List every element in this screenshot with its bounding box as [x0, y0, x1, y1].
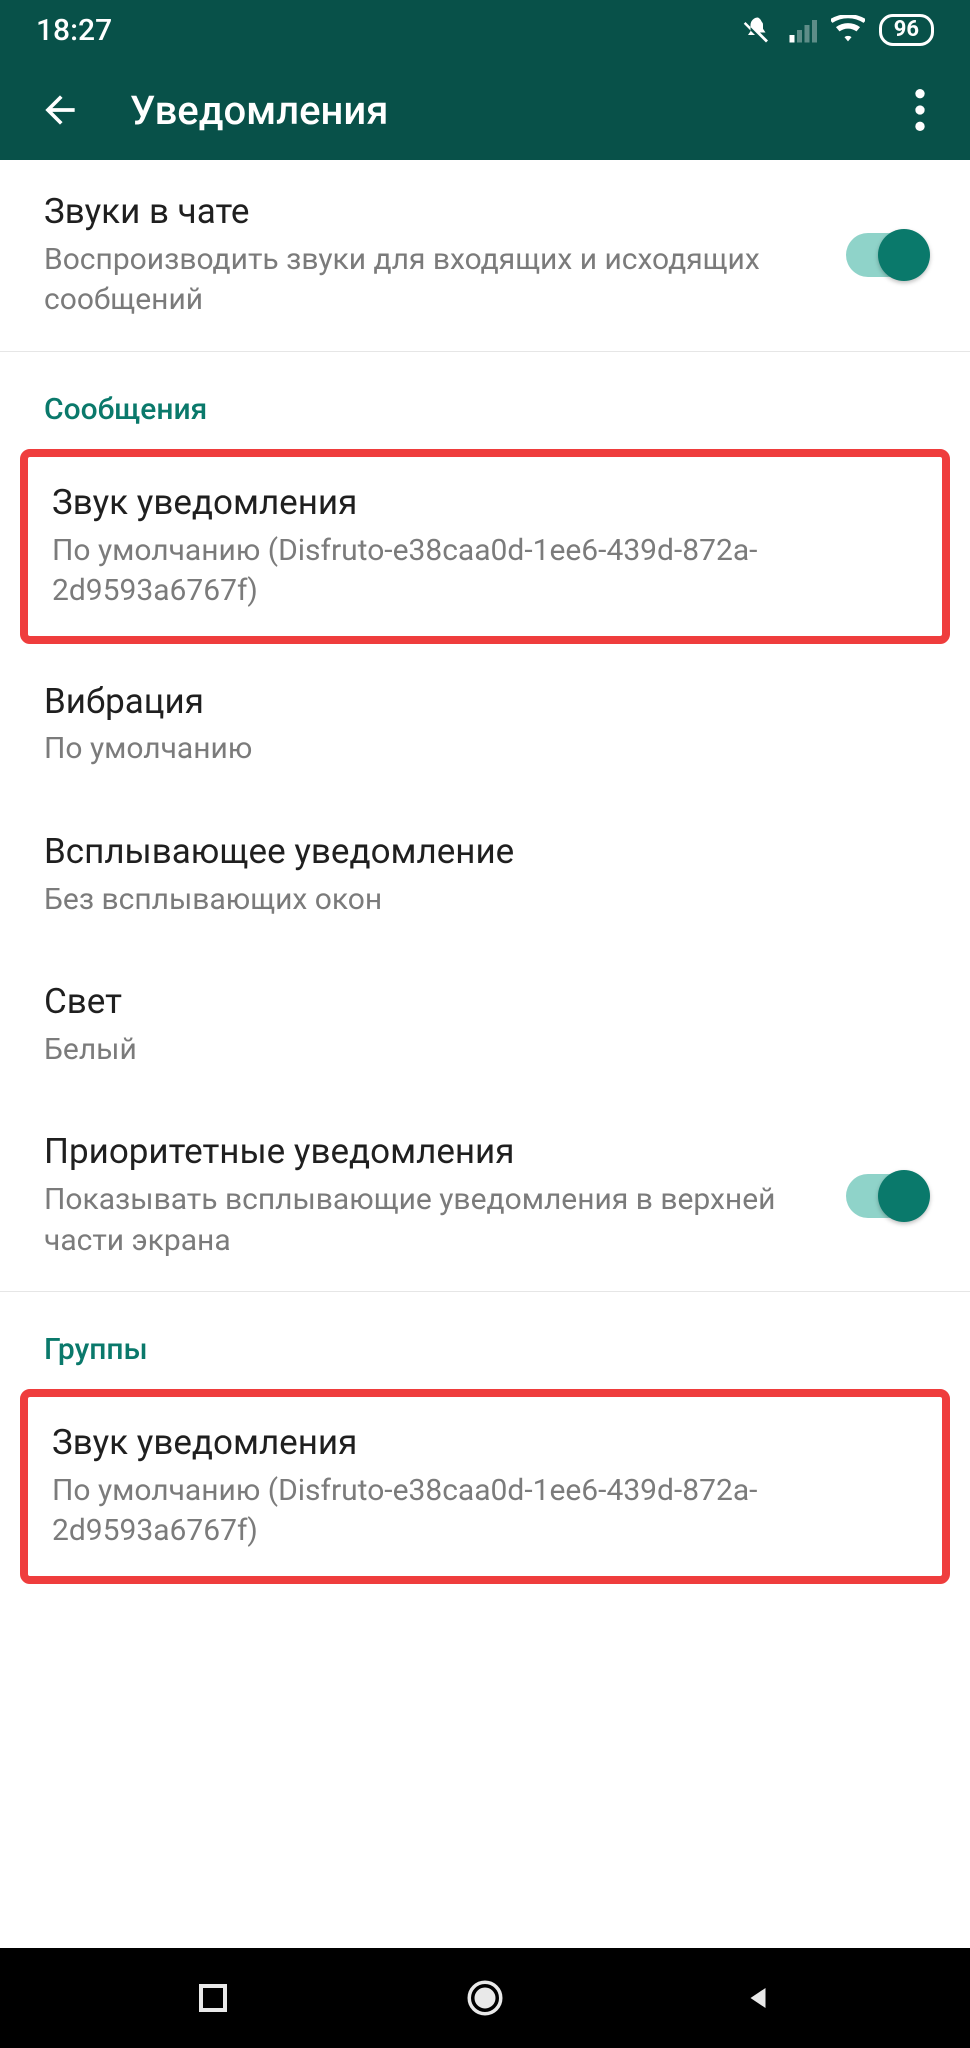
messages-light-title: Свет	[44, 980, 926, 1024]
groups-notification-sound-row[interactable]: Звук уведомления По умолчанию (Disfruto-…	[20, 1389, 950, 1584]
messages-vibration-subtitle: По умолчанию	[44, 729, 926, 770]
messages-popup-title: Всплывающее уведомление	[44, 830, 926, 874]
messages-notification-sound-subtitle: По умолчанию (Disfruto-e38caa0d-1ee6-439…	[52, 531, 918, 612]
battery-indicator: 96	[879, 14, 934, 46]
section-header-messages: Сообщения	[0, 352, 970, 443]
messages-priority-row[interactable]: Приоритетные уведомления Показывать вспл…	[0, 1100, 970, 1291]
settings-content: Звуки в чате Воспроизводить звуки для вх…	[0, 160, 970, 1948]
messages-popup-row[interactable]: Всплывающее уведомление Без всплывающих …	[0, 800, 970, 950]
signal-icon	[787, 15, 817, 45]
messages-popup-subtitle: Без всплывающих окон	[44, 880, 926, 921]
wifi-icon	[831, 15, 865, 45]
messages-notification-sound-title: Звук уведомления	[52, 481, 918, 525]
android-navbar	[0, 1948, 970, 2048]
battery-level: 96	[894, 19, 919, 41]
status-time: 18:27	[36, 13, 112, 48]
mute-icon	[743, 15, 773, 45]
overflow-menu-button[interactable]	[890, 80, 950, 140]
status-bar: 18:27 96	[0, 0, 970, 60]
messages-vibration-row[interactable]: Вибрация По умолчанию	[0, 650, 970, 800]
messages-vibration-title: Вибрация	[44, 680, 926, 724]
page-title: Уведомления	[130, 87, 388, 134]
messages-priority-toggle[interactable]	[846, 1174, 926, 1218]
messages-notification-sound-row[interactable]: Звук уведомления По умолчанию (Disfruto-…	[20, 449, 950, 644]
chat-sounds-toggle[interactable]	[846, 233, 926, 277]
chat-sounds-subtitle: Воспроизводить звуки для входящих и исхо…	[44, 240, 816, 321]
app-bar: Уведомления	[0, 60, 970, 160]
nav-home-button[interactable]	[425, 1968, 545, 2028]
messages-light-row[interactable]: Свет Белый	[0, 950, 970, 1100]
back-button[interactable]	[30, 80, 90, 140]
messages-priority-subtitle: Показывать всплывающие уведомления в вер…	[44, 1180, 816, 1261]
nav-back-button[interactable]	[698, 1968, 818, 2028]
messages-priority-title: Приоритетные уведомления	[44, 1130, 816, 1174]
chat-sounds-row[interactable]: Звуки в чате Воспроизводить звуки для вх…	[0, 160, 970, 351]
groups-notification-sound-title: Звук уведомления	[52, 1421, 918, 1465]
nav-recent-button[interactable]	[153, 1968, 273, 2028]
section-header-groups: Группы	[0, 1292, 970, 1383]
messages-light-subtitle: Белый	[44, 1030, 926, 1071]
chat-sounds-title: Звуки в чате	[44, 190, 816, 234]
status-icons: 96	[743, 14, 934, 46]
groups-notification-sound-subtitle: По умолчанию (Disfruto-e38caa0d-1ee6-439…	[52, 1471, 918, 1552]
